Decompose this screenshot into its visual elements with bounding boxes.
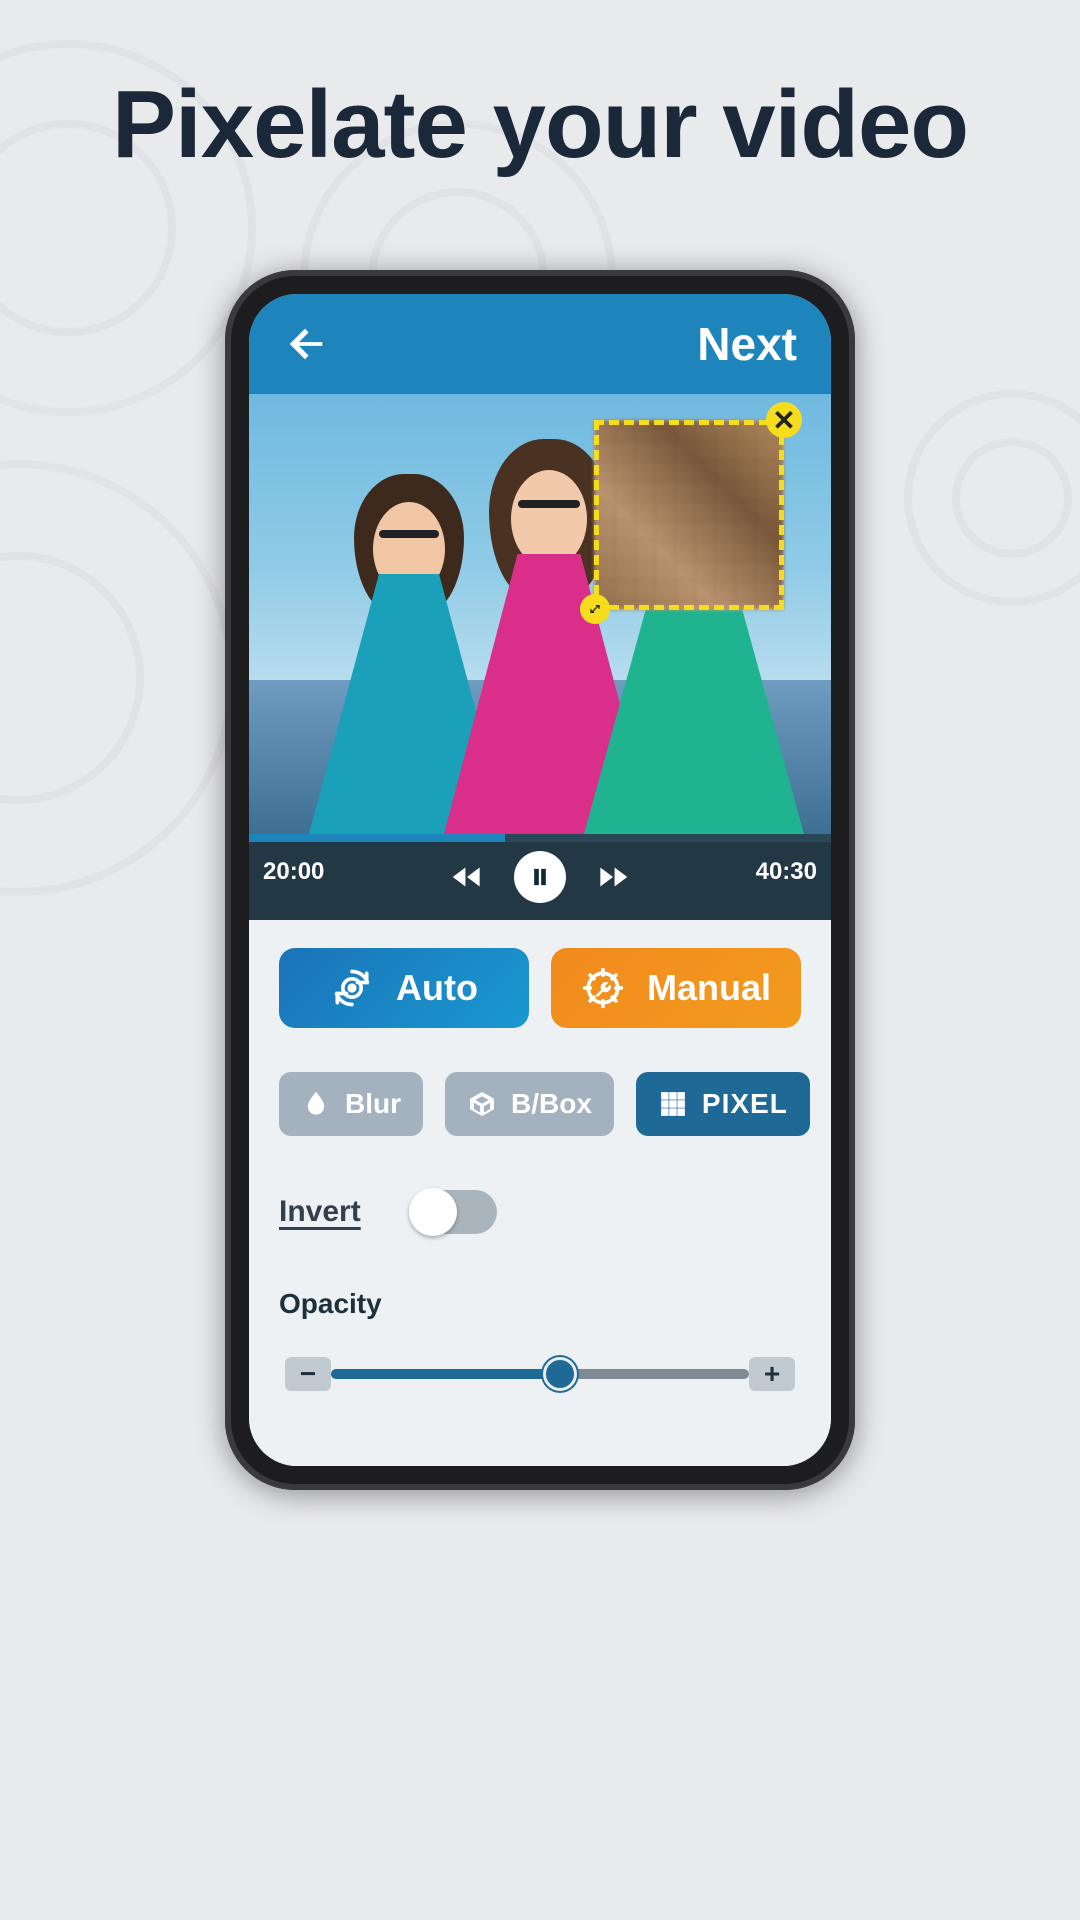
gear-sync-icon	[330, 966, 374, 1010]
opacity-section: Opacity − +	[279, 1278, 801, 1398]
bbox-effect-button[interactable]: B/Box	[445, 1072, 614, 1136]
close-icon: ✕	[772, 404, 795, 437]
page-title: Pixelate your video	[0, 70, 1080, 180]
invert-row: Invert	[279, 1180, 801, 1234]
next-button[interactable]: Next	[697, 317, 797, 371]
selection-close-button[interactable]: ✕	[766, 402, 802, 438]
fast-forward-button[interactable]	[590, 854, 636, 900]
manual-mode-label: Manual	[647, 967, 771, 1009]
opacity-label: Opacity	[279, 1288, 801, 1320]
selection-resize-handle[interactable]	[580, 594, 610, 624]
opacity-thumb[interactable]	[543, 1357, 577, 1391]
opacity-fill	[331, 1369, 560, 1379]
seek-progress	[249, 834, 505, 842]
pixel-effect-button[interactable]: PIXEL	[636, 1072, 810, 1136]
invert-toggle[interactable]	[411, 1190, 497, 1234]
pause-icon	[526, 863, 554, 891]
app-header: Next	[249, 294, 831, 394]
play-pause-button[interactable]	[514, 851, 566, 903]
seek-track[interactable]	[249, 834, 831, 842]
fast-forward-icon	[594, 858, 632, 896]
opacity-slider[interactable]: − +	[291, 1350, 789, 1398]
grid-icon	[658, 1089, 688, 1119]
phone-mockup: Next	[225, 270, 855, 1490]
gear-wrench-icon	[581, 966, 625, 1010]
mode-row: Auto Manual	[279, 948, 801, 1028]
rewind-icon	[448, 858, 486, 896]
opacity-decrease-button[interactable]: −	[285, 1357, 331, 1391]
auto-mode-button[interactable]: Auto	[279, 948, 529, 1028]
video-preview: ✕ 20:00 40:30	[249, 394, 831, 920]
bbox-effect-label: B/Box	[511, 1088, 592, 1120]
droplet-icon	[301, 1089, 331, 1119]
invert-toggle-knob	[409, 1188, 457, 1236]
time-total: 40:30	[756, 858, 817, 886]
back-button[interactable]	[283, 320, 331, 368]
pixel-effect-label: PIXEL	[702, 1088, 788, 1120]
playback-bar: 20:00 40:30	[249, 834, 831, 920]
pixelate-selection[interactable]: ✕	[594, 420, 784, 610]
rewind-button[interactable]	[444, 854, 490, 900]
blur-effect-button[interactable]: Blur	[279, 1072, 423, 1136]
arrow-left-icon	[284, 321, 330, 367]
selection-outline	[594, 420, 784, 610]
invert-label: Invert	[279, 1195, 361, 1229]
video-canvas[interactable]: ✕	[249, 394, 831, 834]
opacity-increase-button[interactable]: +	[749, 1357, 795, 1391]
effect-row: Blur B/Box	[279, 1072, 801, 1136]
cube-icon	[467, 1089, 497, 1119]
resize-icon	[587, 601, 603, 617]
blur-effect-label: Blur	[345, 1088, 401, 1120]
controls-panel: Auto Manual	[249, 920, 831, 1466]
manual-mode-button[interactable]: Manual	[551, 948, 801, 1028]
auto-mode-label: Auto	[396, 967, 478, 1009]
time-elapsed: 20:00	[263, 858, 324, 886]
app-screen: Next	[249, 294, 831, 1466]
